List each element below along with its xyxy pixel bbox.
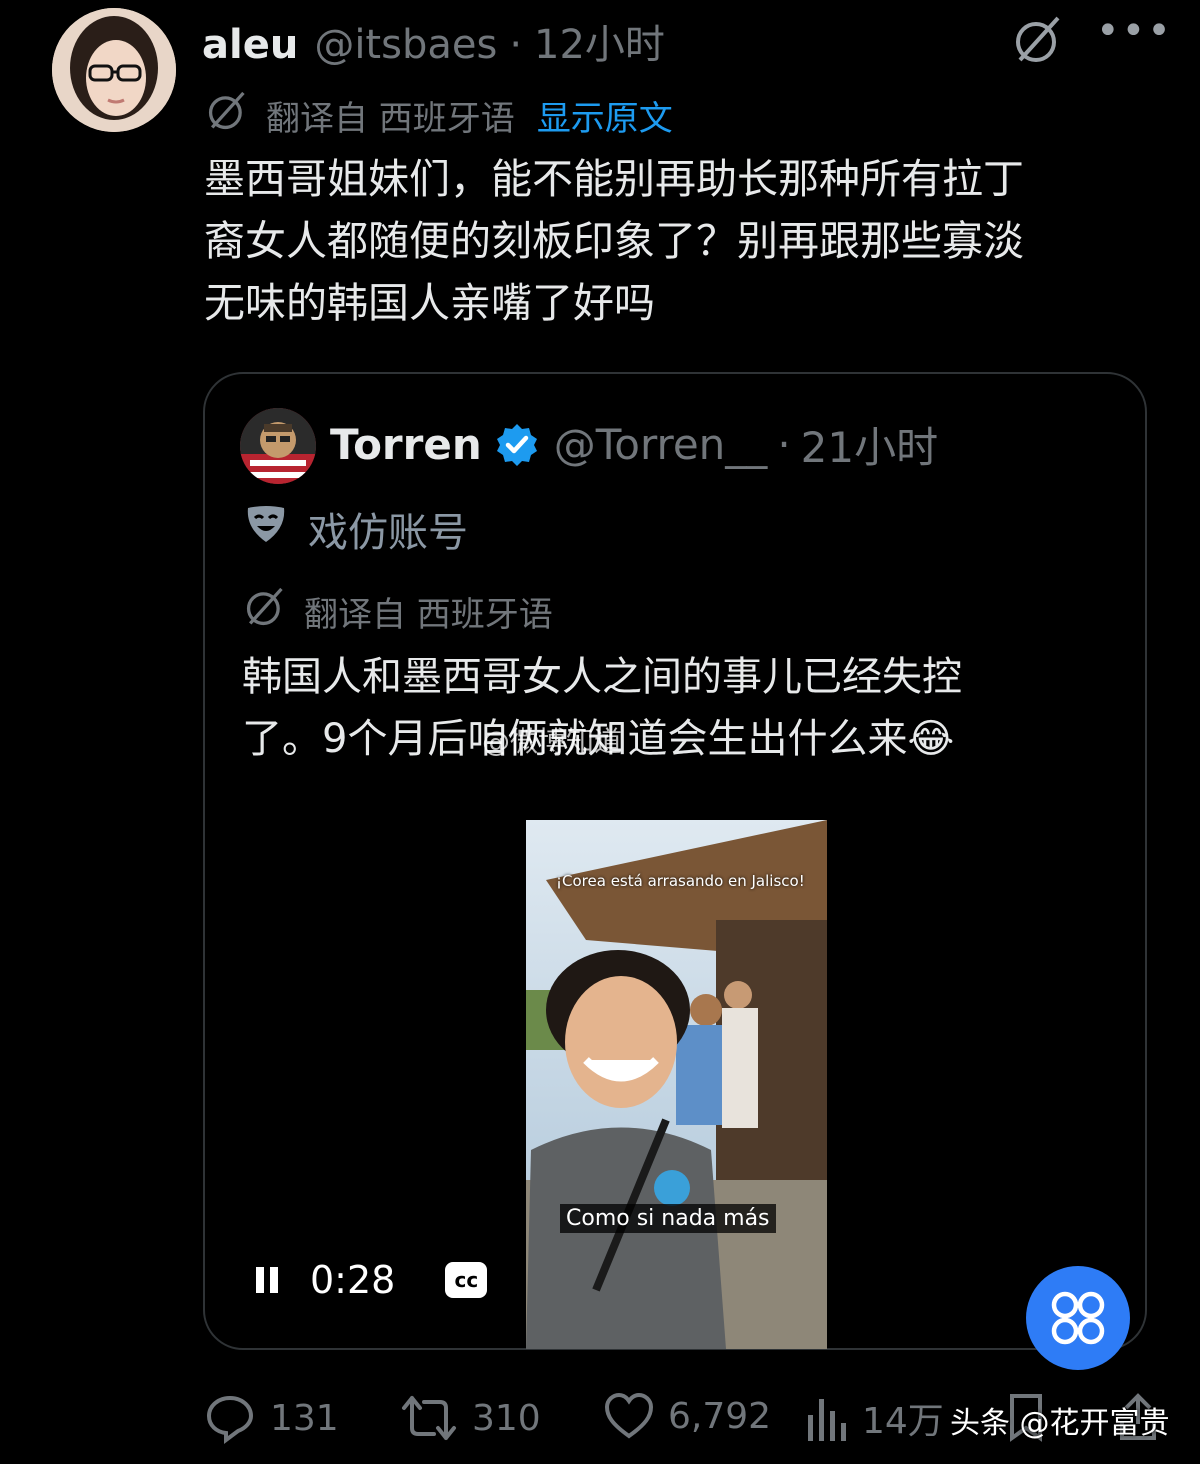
author-handle[interactable]: @itsbaes xyxy=(314,22,497,68)
like-icon xyxy=(604,1392,654,1439)
quoted-timestamp[interactable]: 21小时 xyxy=(801,414,938,475)
tweet-text-line: 墨西哥姐妹们，能不能别再助长那种所有拉丁 xyxy=(204,155,1024,203)
retweet-button[interactable]: 310 xyxy=(400,1392,541,1444)
reply-icon xyxy=(206,1395,254,1444)
author-name[interactable]: aleu xyxy=(202,22,298,68)
tweet-text-line: 无味的韩国人亲嘴了好吗 xyxy=(204,279,655,327)
timestamp[interactable]: 12小时 xyxy=(534,12,665,70)
author-avatar[interactable] xyxy=(52,8,176,132)
separator-dot: · xyxy=(509,22,523,68)
parody-mask-icon xyxy=(244,502,288,556)
quoted-text-line: 了。9个月后咱俩就知道会生出什么来😂 xyxy=(242,716,955,762)
video-time: 0:28 xyxy=(310,1258,396,1302)
reply-count: 131 xyxy=(270,1397,339,1439)
fab-grid-icon xyxy=(1051,1291,1105,1345)
translated-from-label: 翻译自 西班牙语 xyxy=(266,99,515,139)
grok-icon[interactable] xyxy=(1010,12,1066,68)
show-original-link[interactable]: 显示原文 xyxy=(537,91,673,140)
quoted-text-line: 韩国人和墨西哥女人之间的事儿已经失控 xyxy=(242,654,962,700)
translate-icon xyxy=(204,88,250,143)
quoted-author-avatar[interactable] xyxy=(240,408,316,484)
views-icon xyxy=(808,1399,846,1441)
views-count: 14万 xyxy=(862,1401,944,1442)
reply-button[interactable]: 131 xyxy=(204,1392,339,1444)
quoted-author-handle[interactable]: @Torren__ xyxy=(554,420,768,469)
tweet-text: 墨西哥姐妹们，能不能别再助长那种所有拉丁 裔女人都随便的刻板印象了？别再跟那些寡… xyxy=(204,148,1144,334)
parody-label: 戏仿账号 xyxy=(308,510,468,556)
quoted-translation-row: 翻译自 西班牙语 xyxy=(242,584,553,639)
translated-from-label: 翻译自 西班牙语 xyxy=(304,595,553,635)
more-icon[interactable]: ••• xyxy=(1096,11,1171,56)
quoted-header: Torren @Torren__ · 21小时 xyxy=(330,414,938,475)
views-button[interactable]: 14万 xyxy=(804,1392,944,1444)
video-controls: 0:28 cc xyxy=(256,1258,488,1302)
quoted-text: 韩国人和墨西哥女人之间的事儿已经失控 了。9个月后咱俩就知道会生出什么来😂 xyxy=(242,646,1122,770)
separator-dot: · xyxy=(777,420,791,469)
video-player[interactable]: ¡Corea está arrasando en Jalisco! Como s… xyxy=(526,820,827,1349)
bottom-watermark: 头条 @花开富贵 xyxy=(950,1406,1170,1441)
tweet-header: aleu @itsbaes · 12小时 xyxy=(202,12,665,68)
retweet-icon xyxy=(402,1396,456,1440)
retweet-count: 310 xyxy=(472,1397,541,1439)
pause-icon[interactable] xyxy=(256,1267,280,1293)
cc-icon[interactable]: cc xyxy=(445,1262,488,1298)
translation-row: 翻译自 西班牙语 显示原文 xyxy=(204,88,673,143)
like-button[interactable]: 6,792 xyxy=(604,1392,771,1440)
like-count: 6,792 xyxy=(668,1395,772,1437)
verified-badge-icon xyxy=(494,422,540,468)
translate-icon xyxy=(242,584,288,639)
quoted-author-name[interactable]: Torren xyxy=(330,420,482,469)
center-watermark: @微博知道 xyxy=(482,725,623,758)
parody-row: 戏仿账号 xyxy=(244,500,468,558)
video-overlay-caption: ¡Corea está arrasando en Jalisco! xyxy=(556,872,805,890)
fab-grid-button[interactable] xyxy=(1026,1266,1130,1370)
tweet-text-line: 裔女人都随便的刻板印象了？别再跟那些寡淡 xyxy=(204,217,1024,265)
video-subtitle: Como si nada más xyxy=(560,1204,776,1233)
